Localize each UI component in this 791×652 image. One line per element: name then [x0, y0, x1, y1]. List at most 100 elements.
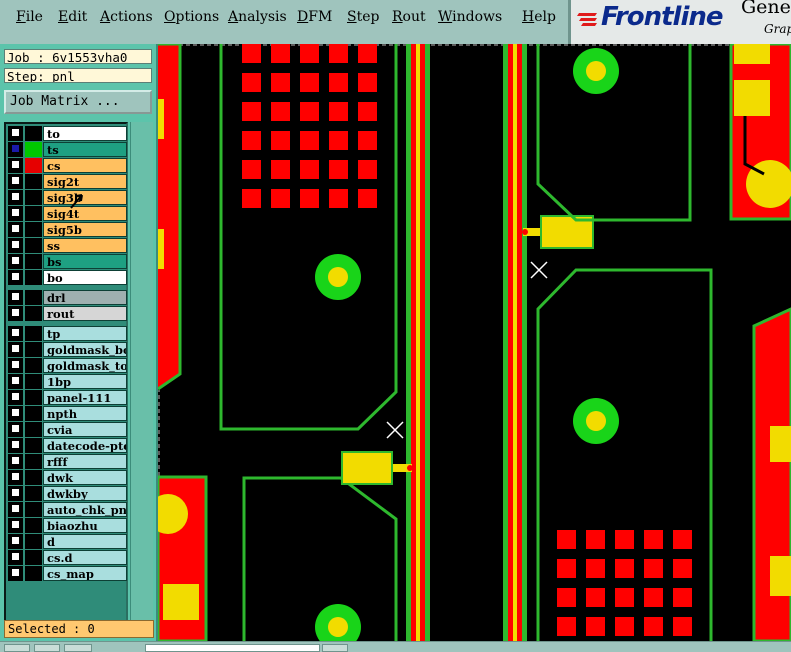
layer-name[interactable]: rout	[43, 306, 127, 321]
layer-row-panel-111[interactable]: panel-111	[8, 390, 127, 405]
menu-help[interactable]: Help	[522, 9, 556, 25]
layer-row-cs[interactable]: cs	[8, 158, 127, 173]
layer-name[interactable]: auto_chk_pnl	[43, 502, 127, 517]
layer-checkbox[interactable]	[8, 306, 23, 321]
layer-row-bo[interactable]: bo	[8, 270, 127, 285]
layer-name[interactable]: ss	[43, 238, 127, 253]
menu-actions[interactable]: Actions	[100, 9, 153, 25]
menu-options[interactable]: Options	[164, 9, 219, 25]
layer-name[interactable]: drl	[43, 290, 127, 305]
layer-row-ss[interactable]: ss	[8, 238, 127, 253]
layer-color-swatch[interactable]	[25, 470, 42, 485]
layer-color-swatch[interactable]	[25, 126, 42, 141]
layer-row-drl[interactable]: drl	[8, 290, 127, 305]
layer-color-swatch[interactable]	[25, 566, 42, 581]
layer-name[interactable]: goldmask_bot	[43, 342, 127, 357]
layer-color-swatch[interactable]	[25, 422, 42, 437]
layer-name[interactable]: dwkby	[43, 486, 127, 501]
layer-color-swatch[interactable]	[25, 406, 42, 421]
layer-color-swatch[interactable]	[25, 454, 42, 469]
layer-row-cs-map[interactable]: cs_map	[8, 566, 127, 581]
layer-checkbox[interactable]	[8, 222, 23, 237]
layer-checkbox[interactable]	[8, 142, 23, 157]
layer-color-swatch[interactable]	[25, 142, 42, 157]
layer-row-cvia[interactable]: cvia	[8, 422, 127, 437]
layer-checkbox[interactable]	[8, 518, 23, 533]
layer-color-swatch[interactable]	[25, 326, 42, 341]
menu-rout[interactable]: Rout	[392, 9, 426, 25]
layer-row-sig3b[interactable]: sig3b	[8, 190, 127, 205]
layer-name[interactable]: sig5b	[43, 222, 127, 237]
layer-name[interactable]: to	[43, 126, 127, 141]
layer-color-swatch[interactable]	[25, 374, 42, 389]
layer-checkbox[interactable]	[8, 406, 23, 421]
layer-name[interactable]: dwk	[43, 470, 127, 485]
layer-checkbox[interactable]	[8, 502, 23, 517]
layer-row-bs[interactable]: bs	[8, 254, 127, 269]
layer-checkbox[interactable]	[8, 566, 23, 581]
menu-step[interactable]: Step	[347, 9, 379, 25]
layer-checkbox[interactable]	[8, 158, 23, 173]
layer-name[interactable]: bs	[43, 254, 127, 269]
layer-checkbox[interactable]	[8, 438, 23, 453]
layer-name[interactable]: biaozhu	[43, 518, 127, 533]
layer-row-biaozhu[interactable]: biaozhu	[8, 518, 127, 533]
layer-name[interactable]: panel-111	[43, 390, 127, 405]
layer-row-tp[interactable]: tp	[8, 326, 127, 341]
layer-row-to[interactable]: to	[8, 126, 127, 141]
layer-checkbox[interactable]	[8, 126, 23, 141]
layer-row-dwkby[interactable]: dwkby	[8, 486, 127, 501]
layer-name[interactable]: cvia	[43, 422, 127, 437]
layer-checkbox[interactable]	[8, 174, 23, 189]
menu-windows[interactable]: Windows	[438, 9, 502, 25]
layer-checkbox[interactable]	[8, 190, 23, 205]
layer-row-1bp[interactable]: 1bp	[8, 374, 127, 389]
layer-color-swatch[interactable]	[25, 206, 42, 221]
layer-checkbox[interactable]	[8, 206, 23, 221]
layer-color-swatch[interactable]	[25, 270, 42, 285]
layer-color-swatch[interactable]	[25, 486, 42, 501]
layer-row-sig5b[interactable]: sig5b	[8, 222, 127, 237]
layer-row-auto-chk-pnl[interactable]: auto_chk_pnl	[8, 502, 127, 517]
layer-color-swatch[interactable]	[25, 158, 42, 173]
layer-color-swatch[interactable]	[25, 222, 42, 237]
layer-name[interactable]: 1bp	[43, 374, 127, 389]
pcb-graphic-canvas[interactable]	[158, 44, 791, 641]
layer-color-swatch[interactable]	[25, 190, 42, 205]
menu-analysis[interactable]: Analysis	[228, 9, 287, 25]
layer-color-swatch[interactable]	[25, 358, 42, 373]
layer-color-swatch[interactable]	[25, 550, 42, 565]
layer-color-swatch[interactable]	[25, 438, 42, 453]
layer-checkbox[interactable]	[8, 358, 23, 373]
layer-row-rfff[interactable]: rfff	[8, 454, 127, 469]
layer-name[interactable]: datecode-pto	[43, 438, 127, 453]
layer-color-swatch[interactable]	[25, 254, 42, 269]
layer-row-ts[interactable]: ts	[8, 142, 127, 157]
layer-color-swatch[interactable]	[25, 174, 42, 189]
layer-checkbox[interactable]	[8, 550, 23, 565]
layer-name[interactable]: rfff	[43, 454, 127, 469]
layer-checkbox[interactable]	[8, 470, 23, 485]
layer-name[interactable]: tp	[43, 326, 127, 341]
layer-row-goldmask-top[interactable]: goldmask_top	[8, 358, 127, 373]
layer-name[interactable]: bo	[43, 270, 127, 285]
layer-row-npth[interactable]: npth	[8, 406, 127, 421]
layer-name[interactable]: goldmask_top	[43, 358, 127, 373]
layer-name[interactable]: d	[43, 534, 127, 549]
layer-checkbox[interactable]	[8, 534, 23, 549]
layer-checkbox[interactable]	[8, 238, 23, 253]
menu-dfm[interactable]: DFM	[297, 9, 332, 25]
layer-checkbox[interactable]	[8, 486, 23, 501]
layer-row-sig4t[interactable]: sig4t	[8, 206, 127, 221]
layer-name[interactable]: sig2t	[43, 174, 127, 189]
layer-row-datecode-pto[interactable]: datecode-pto	[8, 438, 127, 453]
layer-color-swatch[interactable]	[25, 238, 42, 253]
menu-file[interactable]: File	[16, 9, 43, 25]
layer-list[interactable]: to ts cs sig2t sig3b sig4t sig5b ss bs bo drl rout t…	[4, 122, 128, 636]
layer-row-cs-d[interactable]: cs.d	[8, 550, 127, 565]
layer-name[interactable]: cs.d	[43, 550, 127, 565]
layer-row-rout[interactable]: rout	[8, 306, 127, 321]
layer-name[interactable]: cs	[43, 158, 127, 173]
layer-color-swatch[interactable]	[25, 306, 42, 321]
layer-checkbox[interactable]	[8, 454, 23, 469]
